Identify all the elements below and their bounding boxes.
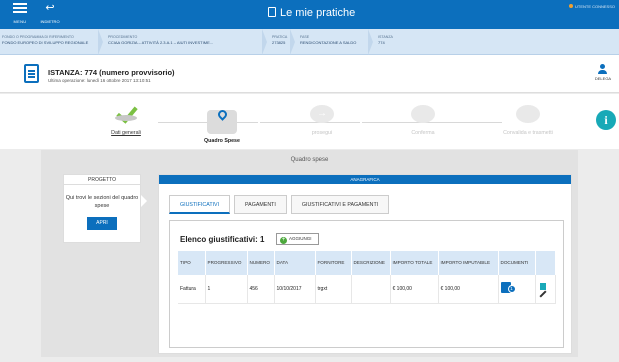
cell-importo-totale: € 100,00 (390, 275, 439, 304)
menu-label: MENU (13, 19, 27, 24)
cell-documenti: 1 (498, 275, 536, 304)
col-actions (535, 251, 556, 275)
step-marker (411, 105, 435, 123)
crumb-value: 774 (378, 40, 385, 45)
delega-button[interactable]: DELEGA (591, 64, 615, 81)
col-importo-totale[interactable]: IMPORTO TOTALE (390, 251, 439, 275)
step-label: Convalida e trasmetti (503, 130, 553, 136)
crumb-istanza: ISTANZA 774 (378, 34, 393, 46)
col-documenti[interactable]: DOCUMENTI (498, 251, 536, 275)
last-operation: Ultima operazione: lunedì 16 ottobre 201… (48, 78, 151, 83)
user-area[interactable]: UTENTE CONNESSO (568, 4, 615, 9)
pencil-icon[interactable] (538, 290, 547, 298)
add-button[interactable]: + AGGIUNGI (276, 233, 319, 245)
wizard-stepper: Dati generali Quadro Spese → prosegui Co… (0, 94, 619, 149)
giustificativi-table: TIPO PROGRESSIVO NUMERO DATA FORNITORE D… (178, 251, 556, 304)
info-icon[interactable]: i (596, 110, 616, 130)
menu-button[interactable]: MENU (8, 0, 32, 29)
tab-giustificativi-pagamenti[interactable]: GIUSTIFICATIVI E PAGAMENTI (290, 195, 390, 214)
step-marker: → (310, 105, 334, 123)
tab-giustificativi[interactable]: GIUSTIFICATIVI (169, 195, 231, 214)
cell-fornitore: trgxt (315, 275, 352, 304)
col-fornitore[interactable]: FORNITORE (315, 251, 352, 275)
app-title-text: Le mie pratiche (280, 7, 356, 19)
back-arrow-icon: ↩ (45, 2, 55, 14)
user-label: UTENTE CONNESSO (574, 4, 615, 9)
cell-data: 10/10/2017 (274, 275, 316, 304)
crumb-separator (368, 29, 373, 55)
trash-icon[interactable] (539, 282, 546, 290)
tab-pagamenti[interactable]: PAGAMENTI (234, 195, 287, 214)
documents-count: 1 (507, 285, 516, 294)
apri-button[interactable]: APRI (87, 217, 117, 230)
crumb-procedimento: PROCEDIMENTO CCIAA GORIZIA – ATTIVITÀ 2.3… (108, 34, 213, 46)
crumb-separator (290, 29, 295, 55)
quadro-spese-section: Quadro spese PROGETTO Qui trovi le sezio… (41, 150, 578, 357)
col-numero[interactable]: NUMERO (247, 251, 275, 275)
step-label: Quadro Spese (204, 138, 240, 144)
crumb-value: FONDO EUROPEO DI SVILUPPO REGIONALE (2, 40, 89, 45)
document-icon (24, 64, 39, 83)
cell-actions (535, 275, 556, 304)
table-header-row: TIPO PROGRESSIVO NUMERO DATA FORNITORE D… (178, 251, 556, 275)
breadcrumb: FONDO O PROGRAMMA DI RIFERIMENTO FONDO EU… (0, 29, 619, 55)
section-title: Quadro spese (290, 157, 329, 163)
cell-tipo: Fattura (178, 275, 206, 304)
app-title: Le mie pratiche (268, 7, 355, 19)
step-label: prosegui (311, 130, 333, 136)
top-bar: MENU ↩ INDIETRO Le mie pratiche UTENTE C… (0, 0, 619, 29)
user-delegate-icon (598, 64, 608, 74)
istanza-title: ISTANZA: 774 (numero provvisorio) (48, 68, 175, 77)
crumb-separator (98, 29, 103, 55)
cell-progressivo: 1 (205, 275, 248, 304)
step-quadro-spese[interactable]: Quadro Spese (187, 105, 257, 144)
card-pointer (141, 195, 147, 207)
back-button[interactable]: ↩ INDIETRO (36, 0, 64, 29)
progetto-header: PROGETTO (64, 175, 140, 185)
document-badge-icon[interactable]: 1 (500, 282, 516, 294)
progetto-text: Qui trovi le sezioni del quadro spese (65, 195, 139, 209)
giustificativi-panel: Elenco giustificativi: 1 + AGGIUNGI TIPO … (169, 220, 564, 348)
back-label: INDIETRO (40, 19, 60, 24)
col-importo-imputabile[interactable]: IMPORTO IMPUTABILE (438, 251, 499, 275)
col-tipo[interactable]: TIPO (178, 251, 206, 275)
crumb-value: 273825 (272, 40, 286, 45)
istanza-header: ISTANZA: 774 (numero provvisorio) Ultima… (0, 55, 619, 93)
map-pin-icon (215, 108, 229, 121)
col-descrizione[interactable]: DESCRIZIONE (351, 251, 391, 275)
step-label: Conferma (411, 130, 435, 136)
col-data[interactable]: DATA (274, 251, 316, 275)
delega-label: DELEGA (594, 76, 612, 81)
user-status-icon (568, 4, 573, 8)
crumb-fase: FASE RENDICONTAZIONE A SALDO (300, 34, 356, 46)
step-dati-generali[interactable]: Dati generali (91, 105, 161, 136)
step-convalida: Convalida e trasmetti (488, 105, 568, 136)
anagrafica-header: ANAGRAFICA (159, 175, 571, 184)
arrow-right-icon: → (317, 108, 327, 119)
crumb-value: CCIAA GORIZIA – ATTIVITÀ 2.3.A.1 – AIUTI… (108, 40, 214, 45)
step-marker (207, 108, 237, 134)
elenco-title: Elenco giustificativi: 1 (180, 235, 265, 244)
step-marker (516, 105, 540, 123)
cell-importo-imputabile: € 100,00 (438, 275, 499, 304)
col-progressivo[interactable]: PROGRESSIVO (205, 251, 248, 275)
plus-circle-icon: + (280, 237, 287, 244)
tab-bar: GIUSTIFICATIVI PAGAMENTI GIUSTIFICATIVI … (169, 195, 393, 214)
crumb-pratica: PRATICA 273825 (272, 34, 287, 46)
add-label: AGGIUNGI (289, 236, 312, 241)
table-row[interactable]: Fattura 1 456 10/10/2017 trgxt € 100,00 … (178, 275, 556, 304)
crumb-separator (262, 29, 267, 55)
step-prosegui[interactable]: → prosegui (287, 105, 357, 136)
step-conferma: Conferma (388, 105, 458, 136)
anagrafica-panel: ANAGRAFICA GIUSTIFICATIVI PAGAMENTI GIUS… (158, 174, 572, 354)
crumb-value: RENDICONTAZIONE A SALDO (300, 40, 357, 45)
cell-numero: 456 (247, 275, 275, 304)
step-label: Dati generali (111, 130, 141, 136)
check-icon (115, 105, 137, 123)
document-icon (268, 7, 276, 17)
hamburger-icon (13, 3, 27, 5)
progetto-card: PROGETTO Qui trovi le sezioni del quadro… (63, 174, 141, 243)
crumb-fondo: FONDO O PROGRAMMA DI RIFERIMENTO FONDO EU… (2, 34, 88, 46)
cell-descrizione (351, 275, 391, 304)
